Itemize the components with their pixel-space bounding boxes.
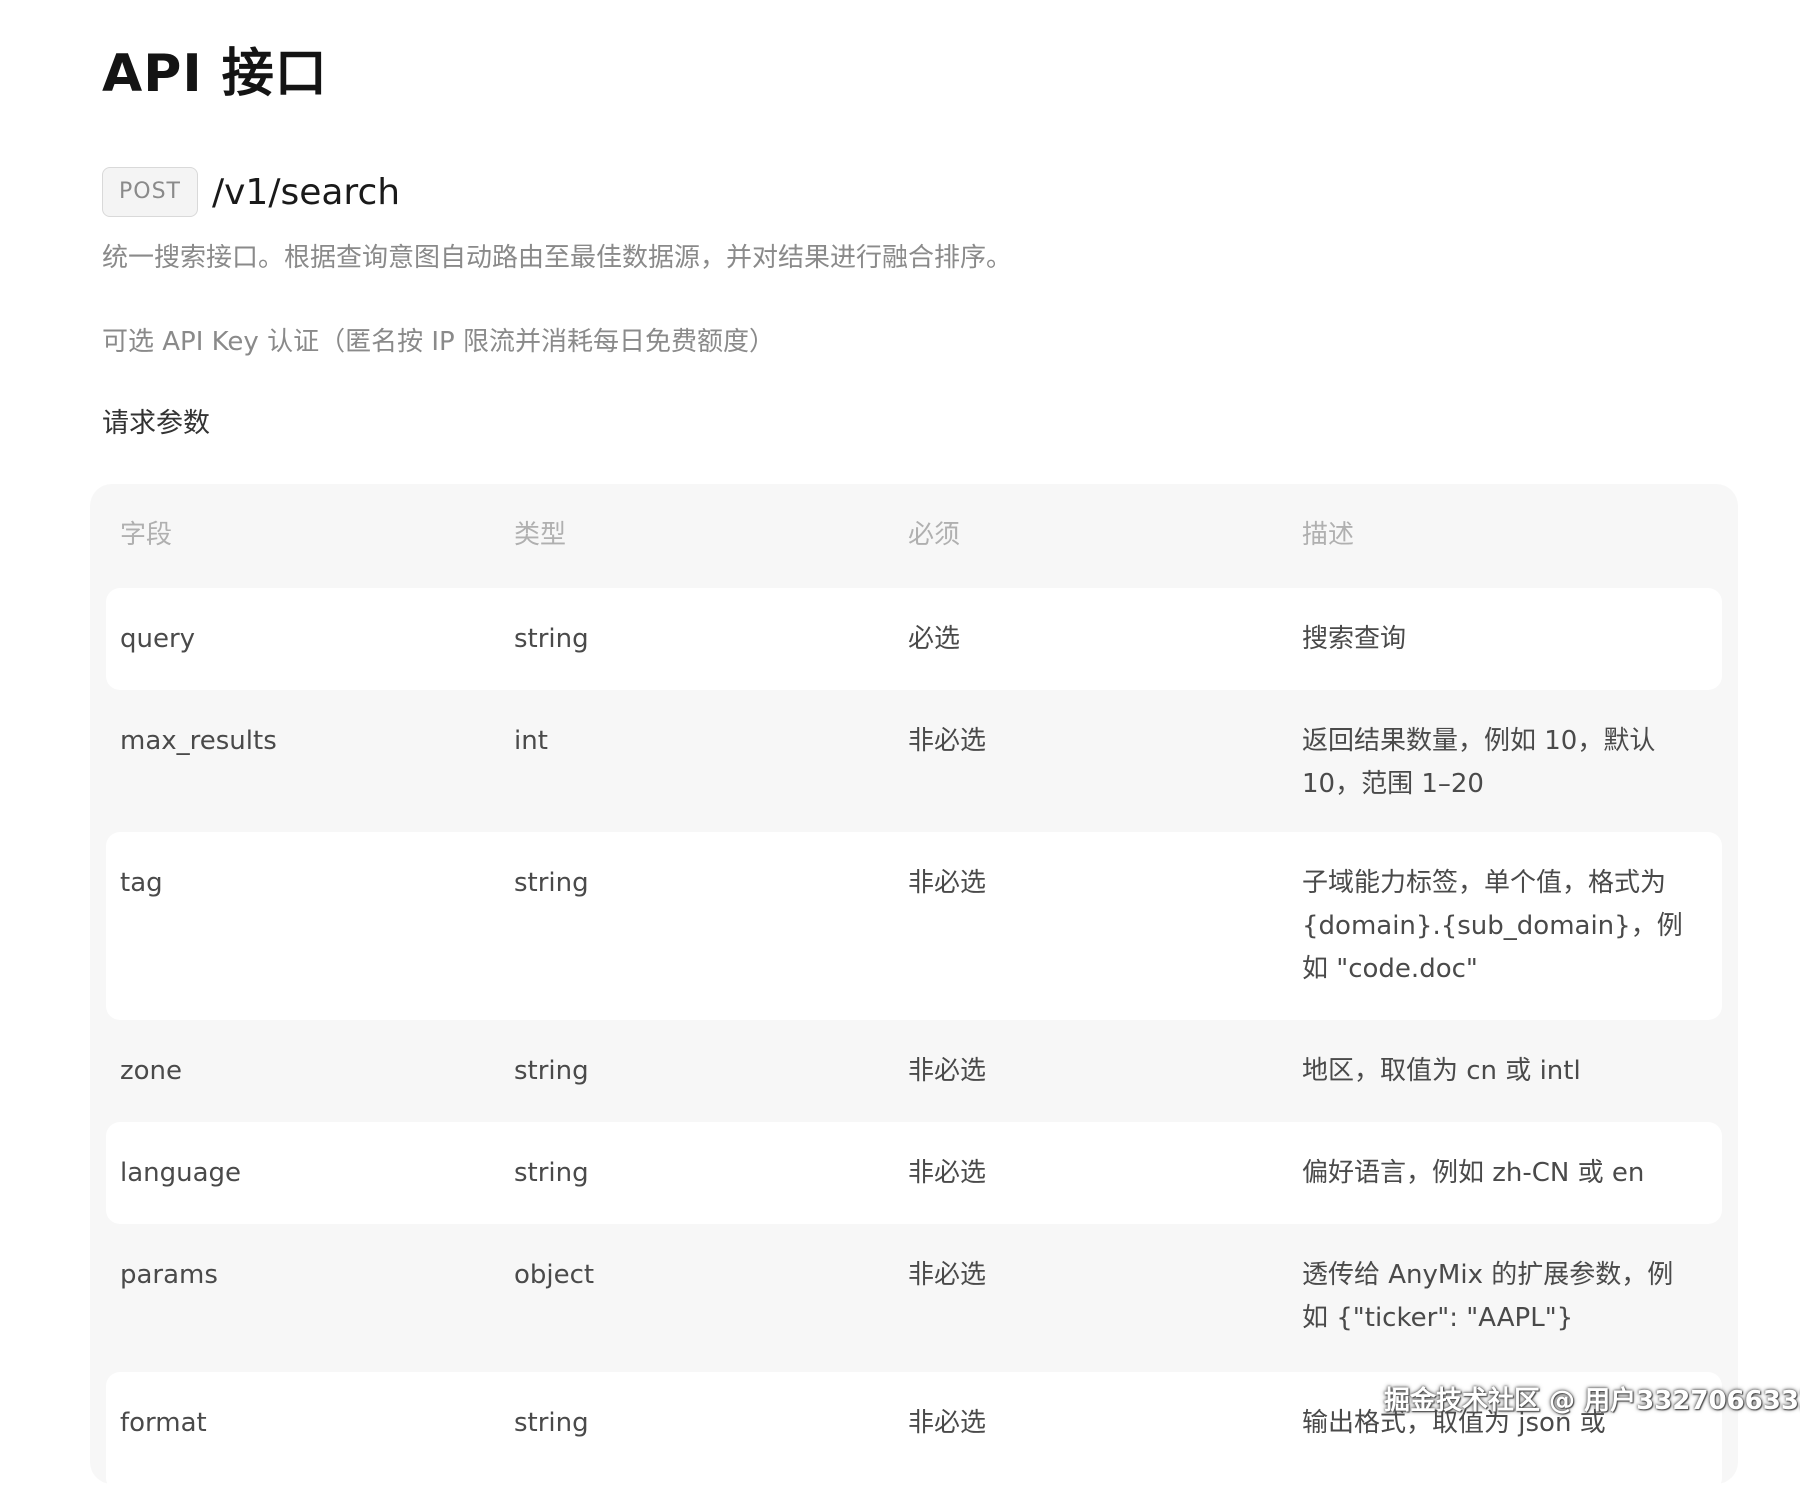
- cell-type: string: [514, 1056, 589, 1086]
- table-header-row: 字段 类型 必须 描述: [106, 510, 1722, 562]
- cell-description: 搜索查询: [1302, 624, 1407, 654]
- cell-required: 非必选: [908, 1408, 987, 1438]
- cell-field: params: [120, 1260, 218, 1290]
- cell-type: string: [514, 1158, 589, 1188]
- table-row: zone string 非必选 地区，取值为 cn 或 intl: [106, 1020, 1722, 1122]
- cell-type: int: [514, 726, 548, 756]
- watermark: 掘金技术社区 @ 用户33270663325: [1384, 1386, 1800, 1416]
- table-row: tag string 非必选 子域能力标签，单个值，格式为 {domain}.{…: [106, 832, 1722, 1020]
- table-row: params object 非必选 透传给 AnyMix 的扩展参数，例如 {"…: [106, 1224, 1722, 1372]
- table-row: max_results int 非必选 返回结果数量，例如 10，默认 10，范…: [106, 690, 1722, 832]
- endpoint-path: /v1/search: [212, 171, 401, 213]
- cell-required: 非必选: [908, 1056, 987, 1086]
- cell-description: 地区，取值为 cn 或 intl: [1302, 1056, 1581, 1086]
- header-required: 必须: [908, 520, 961, 550]
- endpoint-description: 统一搜索接口。根据查询意图自动路由至最佳数据源，并对结果进行融合排序。: [102, 243, 1013, 273]
- cell-description: 子域能力标签，单个值，格式为 {domain}.{sub_domain}，例如 …: [1302, 868, 1683, 984]
- cell-field: tag: [120, 868, 163, 898]
- cell-description: 返回结果数量，例如 10，默认 10，范围 1–20: [1302, 726, 1656, 799]
- cell-required: 非必选: [908, 868, 987, 898]
- cell-field: max_results: [120, 726, 277, 756]
- cell-required: 非必选: [908, 1158, 987, 1188]
- header-type: 类型: [514, 520, 567, 550]
- header-description: 描述: [1302, 520, 1355, 550]
- header-field: 字段: [120, 520, 173, 550]
- cell-required: 必选: [908, 624, 961, 654]
- cell-required: 非必选: [908, 1260, 987, 1290]
- cell-field: query: [120, 624, 196, 654]
- cell-field: format: [120, 1408, 207, 1438]
- table-row: language string 非必选 偏好语言，例如 zh-CN 或 en: [106, 1122, 1722, 1224]
- table-row: query string 必选 搜索查询: [106, 588, 1722, 690]
- auth-note: 可选 API Key 认证（匿名按 IP 限流并消耗每日免费额度）: [102, 327, 775, 357]
- page-title: API 接口: [102, 44, 328, 104]
- cell-required: 非必选: [908, 726, 987, 756]
- cell-description: 透传给 AnyMix 的扩展参数，例如 {"ticker": "AAPL"}: [1302, 1260, 1674, 1333]
- method-badge: POST: [102, 167, 198, 217]
- cell-description: 偏好语言，例如 zh-CN 或 en: [1302, 1158, 1645, 1188]
- cell-type: string: [514, 1408, 589, 1438]
- cell-type: string: [514, 868, 589, 898]
- cell-field: language: [120, 1158, 242, 1188]
- cell-type: string: [514, 624, 589, 654]
- cell-field: zone: [120, 1056, 183, 1086]
- cell-type: object: [514, 1260, 595, 1290]
- endpoint-line: POST /v1/search: [102, 166, 400, 218]
- section-title-request-params: 请求参数: [102, 408, 210, 439]
- params-table: 字段 类型 必须 描述 query string 必选 搜索查询 max_res…: [90, 484, 1738, 1492]
